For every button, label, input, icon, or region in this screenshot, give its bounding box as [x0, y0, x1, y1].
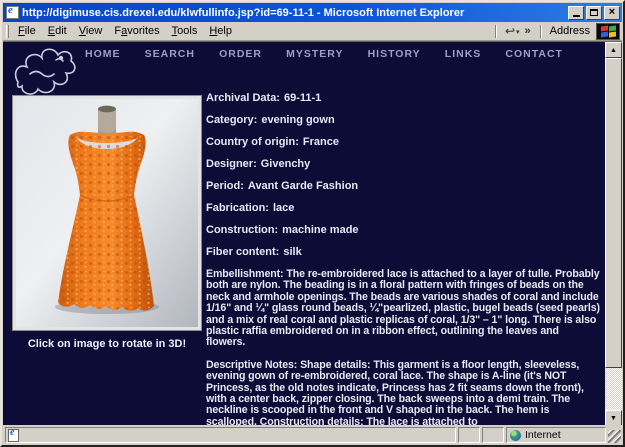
orange-gown-illustration — [16, 99, 198, 327]
document-icon — [8, 427, 19, 442]
scroll-down-icon: ▼ — [610, 414, 617, 422]
maximize-icon — [590, 9, 598, 16]
field-fiber-content: Fiber content: silk — [206, 246, 302, 258]
scroll-up-button[interactable]: ▲ — [605, 42, 622, 58]
back-icon[interactable]: ↩ — [505, 24, 515, 38]
browser-window: http://digimuse.cis.drexel.edu/klwfullin… — [0, 0, 625, 447]
embellishment-paragraph: Embellishment: The re-embroidered lace i… — [206, 268, 600, 349]
close-icon: × — [608, 5, 616, 18]
maximize-button[interactable] — [586, 5, 602, 20]
nav-link-order[interactable]: ORDER — [219, 48, 262, 60]
menu-help[interactable]: Help — [203, 23, 238, 39]
title-bar[interactable]: http://digimuse.cis.drexel.edu/klwfullin… — [3, 3, 622, 22]
field-fabrication: Fabrication: lace — [206, 202, 295, 214]
field-category: Category: evening gown — [206, 114, 335, 126]
menu-edit[interactable]: Edit — [42, 23, 73, 39]
page-body: HOME SEARCH ORDER MYSTERY HISTORY LINKS … — [3, 42, 605, 426]
status-message-panel — [5, 427, 456, 443]
field-period: Period: Avant Garde Fashion — [206, 180, 359, 192]
minimize-button[interactable] — [568, 5, 584, 20]
minimize-icon — [572, 15, 580, 17]
menu-favorites[interactable]: Favorites — [108, 23, 165, 39]
ie-page-icon — [6, 4, 19, 19]
internet-zone-icon — [510, 429, 521, 441]
toolbar-overflow-icon[interactable]: » — [525, 25, 531, 37]
status-bar: Internet — [3, 425, 622, 444]
vertical-scrollbar[interactable]: ▲ ▼ — [605, 42, 622, 426]
toolbar-grip[interactable] — [6, 24, 9, 38]
main-navigation: HOME SEARCH ORDER MYSTERY HISTORY LINKS … — [85, 47, 563, 61]
back-dropdown-icon[interactable]: ▾ — [516, 28, 520, 36]
nav-link-search[interactable]: SEARCH — [145, 48, 195, 60]
toolbar-separator — [494, 24, 497, 38]
scrollbar-thumb[interactable] — [605, 58, 622, 368]
nav-link-mystery[interactable]: MYSTERY — [286, 48, 343, 60]
scroll-up-icon: ▲ — [610, 46, 617, 54]
garment-details: Archival Data: 69-11-1 Category: evening g… — [206, 92, 600, 427]
zone-label: Internet — [525, 429, 561, 441]
menu-file[interactable]: File — [12, 23, 42, 39]
nav-link-contact[interactable]: CONTACT — [505, 48, 563, 60]
status-panel — [482, 427, 504, 443]
menu-bar: File Edit View Favorites Tools Help ↩ ▾ … — [3, 22, 622, 41]
ie-throbber-icon — [596, 22, 620, 40]
field-construction: Construction: machine made — [206, 224, 359, 236]
gown-3d-image[interactable] — [13, 96, 201, 330]
close-button[interactable]: × — [604, 5, 620, 20]
menu-tools[interactable]: Tools — [166, 23, 204, 39]
nav-link-home[interactable]: HOME — [85, 48, 121, 60]
toolbar-separator — [539, 24, 542, 38]
dragon-logo-icon — [14, 48, 76, 95]
field-designer: Designer: Givenchy — [206, 158, 311, 170]
status-panel — [458, 427, 480, 443]
field-country: Country of origin: France — [206, 136, 339, 148]
nav-link-history[interactable]: HISTORY — [368, 48, 421, 60]
window-resize-grip[interactable] — [608, 430, 621, 443]
field-archival-data: Archival Data: 69-11-1 — [206, 92, 322, 104]
security-zone-panel: Internet — [506, 427, 606, 443]
browser-viewport: HOME SEARCH ORDER MYSTERY HISTORY LINKS … — [3, 41, 622, 426]
window-title: http://digimuse.cis.drexel.edu/klwfullin… — [22, 6, 465, 19]
descriptive-notes-paragraph: Descriptive Notes: Shape details: This g… — [206, 358, 584, 426]
scroll-down-button[interactable]: ▼ — [605, 410, 622, 426]
menu-view[interactable]: View — [73, 23, 109, 39]
address-bar-label[interactable]: Address — [550, 25, 590, 37]
nav-link-links[interactable]: LINKS — [445, 48, 482, 60]
photo-caption: Click on image to rotate in 3D! — [27, 338, 187, 350]
